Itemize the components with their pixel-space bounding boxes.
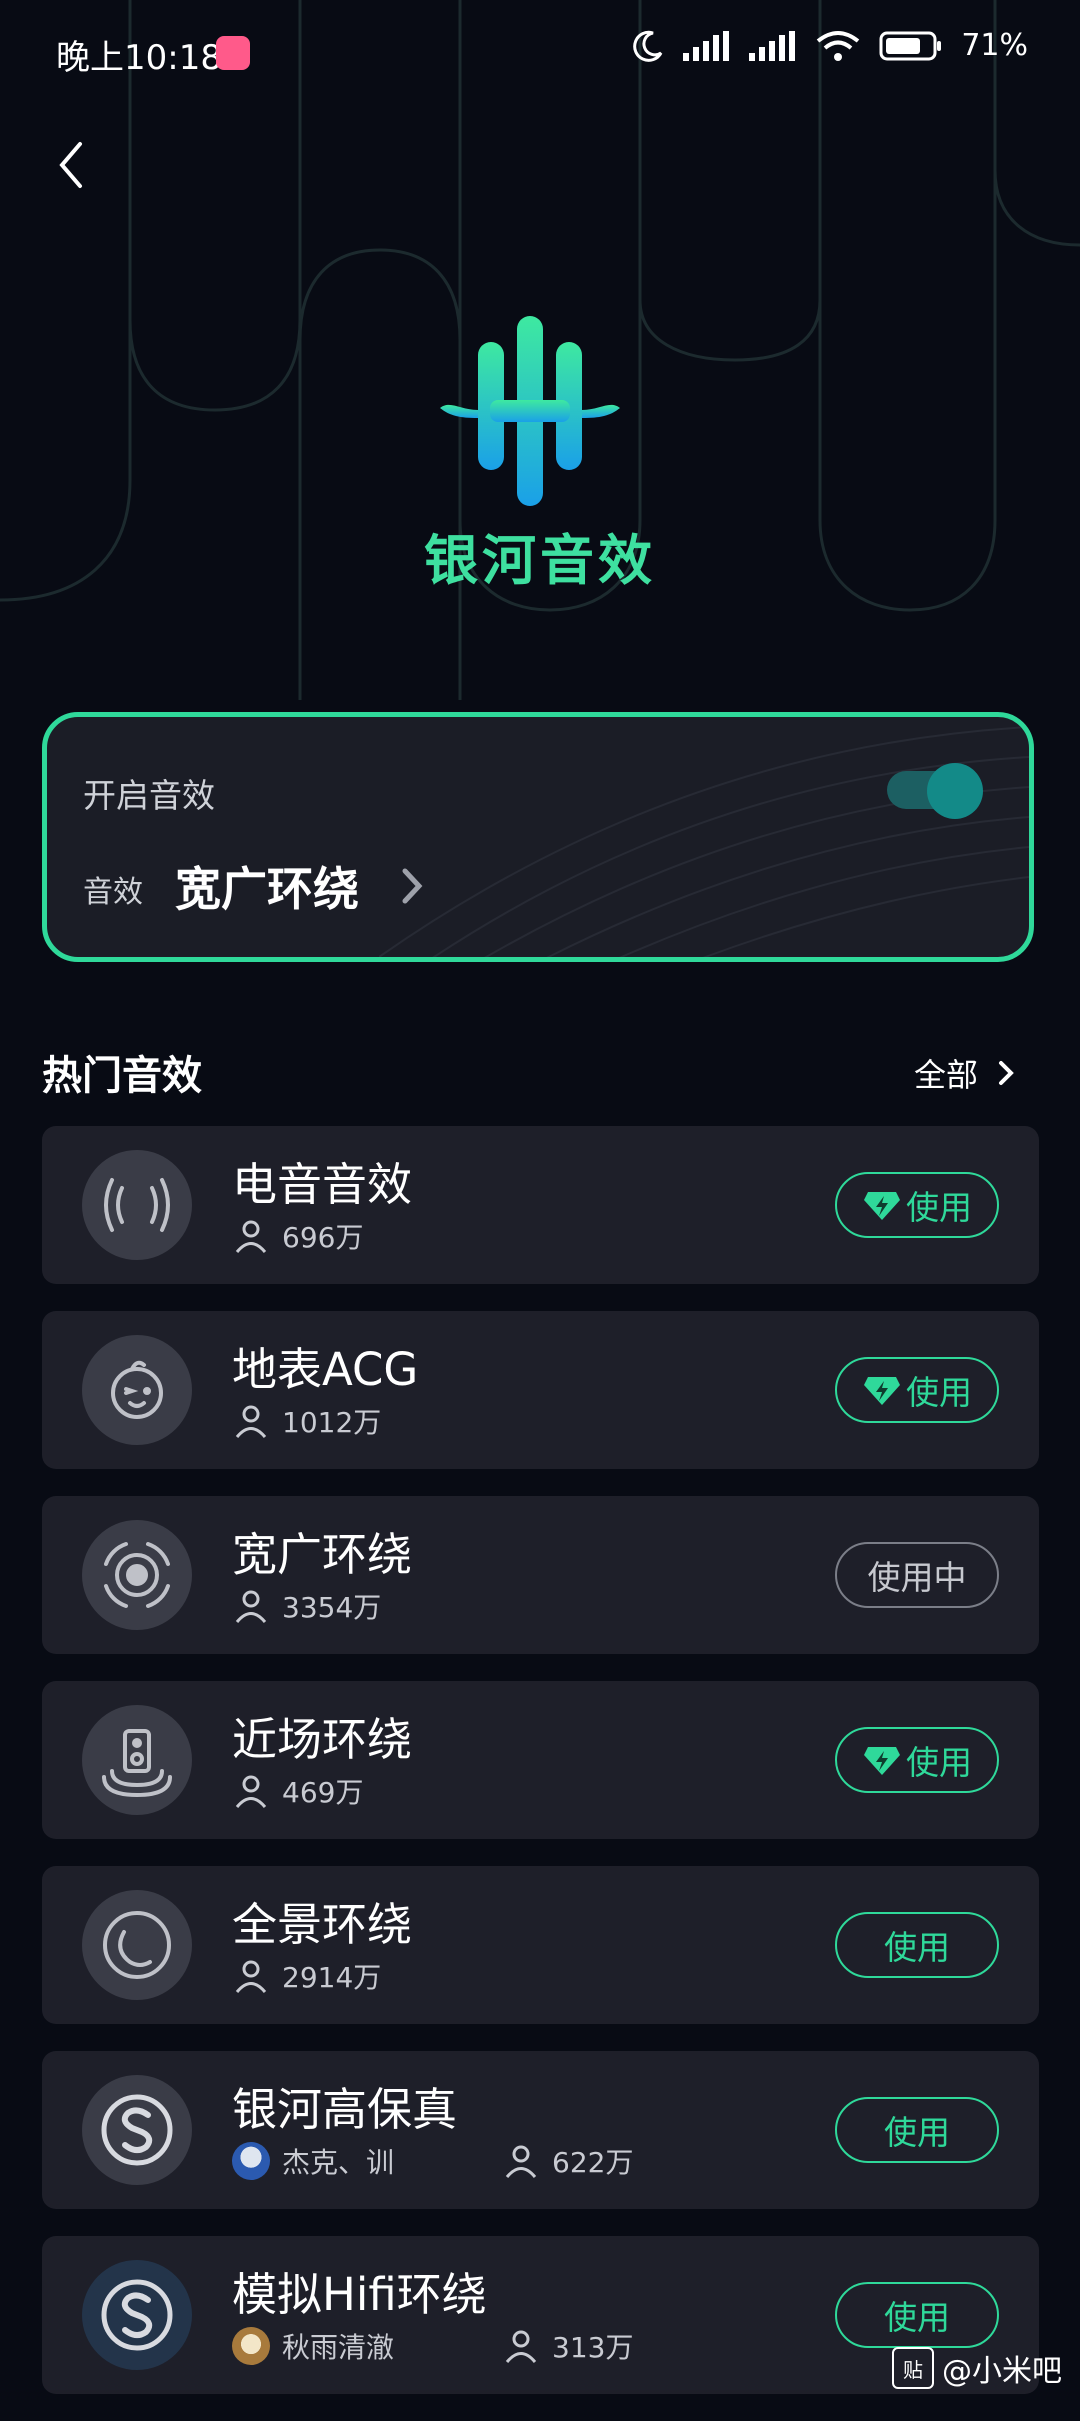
app-title: 银河音效 [424, 529, 656, 592]
effect-item[interactable]: 近场环绕 469万 使用 [42, 1681, 1039, 1839]
moon-icon [633, 30, 663, 62]
watermark-text: @小米吧 [942, 2354, 1062, 2389]
battery-percent: 71% [961, 28, 1028, 63]
author-name: 杰克、训 [282, 2146, 395, 2179]
use-button-label: 使用中 [867, 1558, 967, 1597]
effect-name: 全景环绕 [232, 1898, 413, 1951]
author-name: 秋雨清澈 [282, 2331, 395, 2364]
effect-meta: 3354万 [232, 1586, 381, 1626]
user-count: 696万 [282, 1221, 364, 1254]
effect-name: 近场环绕 [232, 1713, 413, 1766]
effect-settings-card: 开启音效 音效 宽广环绕 [42, 712, 1034, 962]
current-effect-link[interactable]: 宽广环绕 [175, 853, 359, 919]
effect-meta: 2914万 [232, 1956, 381, 1996]
card-wave-decoration [379, 726, 1029, 957]
effect-name: 电音音效 [232, 1158, 413, 1211]
use-button-label: 使用 [884, 2298, 950, 2337]
user-count: 3354万 [282, 1591, 382, 1624]
user-icon [235, 1960, 267, 1993]
effect-name: 宽广环绕 [232, 1528, 413, 1581]
sound-wave-icon [82, 1150, 192, 1260]
status-icons: 71% [631, 28, 1028, 63]
effect-meta: 469万 [232, 1771, 363, 1811]
watermark: 贴 @小米吧 [892, 2346, 1062, 2390]
author-avatar [232, 2142, 270, 2180]
effect-name: 银河高保真 [232, 2083, 458, 2136]
user-icon [235, 1590, 267, 1623]
status-time: 晚上10:18 [56, 38, 222, 78]
bilibili-app-icon [216, 36, 250, 70]
effect-name: 地表ACG [232, 1343, 419, 1396]
use-effect-button[interactable]: 使用 [835, 2282, 999, 2348]
user-count: 469万 [282, 1776, 364, 1809]
use-button-label: 使用 [906, 1743, 972, 1782]
in-use-button[interactable]: 使用中 [835, 1542, 999, 1608]
vip-gem-icon [864, 1377, 900, 1405]
face-icon [82, 1335, 192, 1445]
use-button-label: 使用 [906, 1373, 972, 1412]
popular-effects-title: 热门音效 [42, 1053, 202, 1099]
toggle-knob [927, 763, 983, 819]
author-avatar [232, 2327, 270, 2365]
effect-item[interactable]: 全景环绕 2914万 使用 [42, 1866, 1039, 2024]
use-effect-button[interactable]: 使用 [835, 1727, 999, 1793]
speaker-icon [82, 1705, 192, 1815]
user-icon [235, 1220, 267, 1253]
enable-effect-label: 开启音效 [83, 776, 215, 815]
use-effect-button[interactable]: 使用 [835, 2097, 999, 2163]
use-effect-button[interactable]: 使用 [835, 1912, 999, 1978]
vip-gem-icon [864, 1192, 900, 1220]
user-count: 622万 [552, 2146, 634, 2179]
user-icon [505, 2145, 537, 2178]
s-logo-icon [82, 2075, 192, 2185]
effect-meta: 秋雨清澈 313万 [232, 2326, 633, 2366]
tieba-icon: 贴 [892, 2347, 934, 2389]
effect-item[interactable]: 模拟Hifi环绕 秋雨清澈 313万 使用 [42, 2236, 1039, 2394]
effect-meta: 1012万 [232, 1401, 381, 1441]
chevron-right-icon[interactable] [397, 861, 427, 911]
use-effect-button[interactable]: 使用 [835, 1357, 999, 1423]
user-icon [235, 1405, 267, 1438]
enable-effect-toggle[interactable] [887, 763, 983, 819]
use-button-label: 使用 [884, 2113, 950, 2152]
effect-item[interactable]: 电音音效 696万 使用 [42, 1126, 1039, 1284]
effect-item[interactable]: 地表ACG 1012万 使用 [42, 1311, 1039, 1469]
use-button-label: 使用 [906, 1188, 972, 1227]
back-button[interactable] [44, 130, 104, 200]
chevron-right-icon [999, 1061, 1014, 1085]
effect-name: 模拟Hifi环绕 [232, 2268, 487, 2321]
effect-meta: 696万 [232, 1216, 363, 1256]
s-logo-icon [82, 2260, 192, 2370]
user-count: 313万 [552, 2331, 634, 2364]
user-count: 1012万 [282, 1406, 382, 1439]
effect-item[interactable]: 银河高保真 杰克、训 622万 使用 [42, 2051, 1039, 2209]
panorama-icon [82, 1890, 192, 2000]
all-effects-label: 全部 [913, 1056, 978, 1094]
effect-label: 音效 [83, 875, 143, 910]
user-count: 2914万 [282, 1961, 382, 1994]
signal-2-icon [749, 30, 796, 61]
effect-meta: 杰克、训 622万 [232, 2141, 633, 2181]
use-button-label: 使用 [884, 1928, 950, 1967]
use-effect-button[interactable]: 使用 [835, 1172, 999, 1238]
popular-effects-list: 电音音效 696万 使用 地表ACG 1012万 使用 宽广环绕 3354万 使… [42, 1126, 1039, 2421]
wifi-icon [817, 30, 860, 61]
app-logo-icon [440, 316, 620, 506]
surround-icon [82, 1520, 192, 1630]
status-bar: 晚上10:18 71% [0, 0, 1080, 110]
all-effects-link[interactable]: 全部 [914, 1050, 1016, 1096]
signal-icon [683, 30, 730, 61]
user-icon [235, 1775, 267, 1808]
effect-item[interactable]: 宽广环绕 3354万 使用中 [42, 1496, 1039, 1654]
user-icon [505, 2330, 537, 2363]
battery-icon [879, 31, 942, 60]
vip-gem-icon [864, 1747, 900, 1775]
